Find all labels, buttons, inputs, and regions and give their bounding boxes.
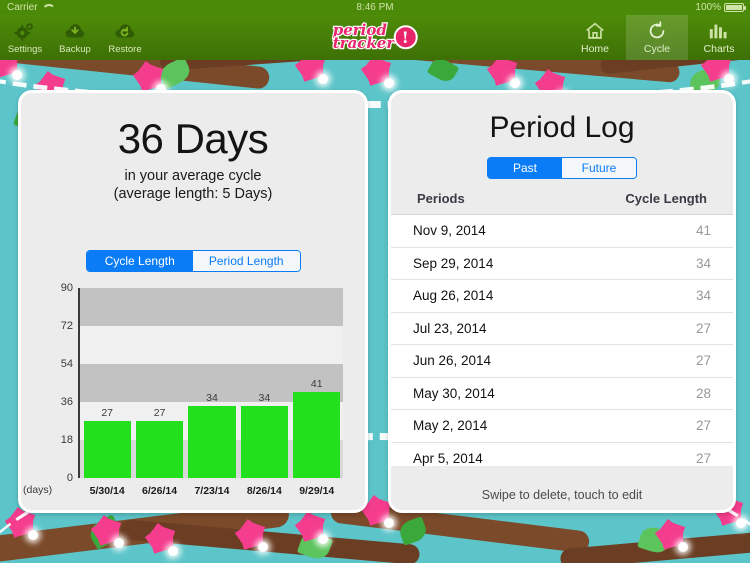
logo-line2: tracker [332,34,396,53]
top-toolbar: Settings Backup Restore period tracker !… [0,15,750,60]
row-value: 27 [695,418,711,434]
segment-period-length[interactable]: Period Length [193,251,300,271]
row-date: Apr 5, 2014 [413,450,483,466]
row-date: Jun 26, 2014 [413,353,492,369]
segmented-control-past-future[interactable]: Past Future [487,157,637,179]
row-value: 41 [695,223,711,239]
segment-future[interactable]: Future [562,158,636,178]
bar-column[interactable]: 41 [293,288,341,478]
x-tick: 7/23/14 [194,485,230,497]
cloud-download-icon [64,21,86,43]
average-cycle-headline: 36 Days [117,115,269,162]
table-row[interactable]: Nov 9, 2014 41 [391,215,733,248]
logo-exclamation: ! [393,25,418,50]
bar-column[interactable]: 27 [83,288,131,478]
segment-past[interactable]: Past [488,158,562,178]
chart-units-label: (days) [23,484,53,496]
bar [136,421,184,478]
tab-home[interactable]: Home [564,15,626,60]
column-header-cycle-length: Cycle Length [625,191,707,206]
tab-label: Charts [703,43,735,55]
chart-x-tick-labels: 5/30/14 6/26/14 7/23/14 8/26/14 9/29/14 [81,485,343,497]
tab-label: Home [580,43,609,55]
row-date: Jul 23, 2014 [413,320,487,336]
charts-icon [708,20,730,42]
table-row[interactable]: Apr 5, 2014 27 [391,443,733,467]
bar-value: 27 [101,407,114,419]
segmented-control-chart-type[interactable]: Cycle Length Period Length [85,250,301,272]
bar-value: 34 [206,392,218,405]
cycle-icon [646,20,668,42]
bar-value: 41 [310,377,323,390]
toolbar-item-restore[interactable]: Restore [100,15,150,60]
toolbar-label: Backup [59,43,91,55]
row-date: Sep 29, 2014 [413,255,494,271]
bar-column[interactable]: 34 [188,288,236,478]
row-date: Aug 26, 2014 [413,288,494,304]
bar [293,391,341,478]
cloud-refresh-icon [114,21,136,43]
bar-column[interactable]: 27 [136,288,184,478]
column-header-periods: Periods [417,191,465,206]
y-tick: 0 [66,472,73,484]
segment-cycle-length[interactable]: Cycle Length [86,251,193,271]
status-bar: Carrier 8:46 PM 100% [0,0,750,15]
y-tick: 36 [60,396,73,408]
chart-y-tick-labels: 90 72 54 36 18 0 [21,282,73,484]
app-logo: period tracker ! [332,21,418,53]
app-root: Carrier 8:46 PM 100% Settings Backup Res… [0,0,750,563]
row-value: 34 [695,255,711,271]
status-time: 8:46 PM [356,2,394,13]
row-date: Nov 9, 2014 [413,223,486,239]
bar [188,406,236,478]
table-row[interactable]: Jun 26, 2014 27 [391,345,733,378]
toolbar-label: Restore [108,43,142,55]
home-icon [584,20,606,42]
y-tick: 90 [60,282,73,294]
average-length-subtitle: (average length: 5 Days) [113,186,273,202]
tab-label: Cycle [643,43,671,55]
bar-value: 27 [153,407,166,419]
bar-column[interactable]: 34 [240,288,288,478]
row-value: 27 [695,353,711,369]
average-cycle-subtitle: in your average cycle [124,168,262,184]
battery-full-icon [724,3,746,12]
cycle-length-bar-chart: 90 72 54 36 18 0 (days) 27 27 34 34 41 5… [21,282,365,503]
y-tick: 18 [60,434,73,446]
row-value: 28 [695,385,711,401]
table-row[interactable]: May 2, 2014 27 [391,410,733,443]
table-row[interactable]: Aug 26, 2014 34 [391,280,733,313]
toolbar-label: Settings [7,43,43,55]
gear-icon [14,21,36,43]
table-row[interactable]: Jul 23, 2014 27 [391,313,733,345]
cycle-summary-card: 36 Days in your average cycle (average l… [18,90,368,513]
row-value: 27 [695,450,711,466]
bar [83,421,131,478]
chart-bars: 27 27 34 34 41 [81,288,343,478]
bar-value: 34 [258,392,271,405]
x-tick: 9/29/14 [299,485,335,497]
x-tick: 5/30/14 [89,485,125,497]
y-tick: 54 [60,358,73,370]
table-row[interactable]: Sep 29, 2014 34 [391,248,733,280]
table-header: Periods Cycle Length [391,179,733,214]
tab-charts[interactable]: Charts [688,15,750,60]
bar [240,406,288,478]
toolbar-item-settings[interactable]: Settings [0,15,50,60]
tab-cycle[interactable]: Cycle [626,15,688,60]
row-value: 34 [695,288,711,304]
table-row[interactable]: May 30, 2014 28 [391,378,733,410]
x-tick: 6/26/14 [142,485,178,497]
row-value: 27 [695,320,711,336]
period-log-card: Period Log Past Future Periods Cycle Len… [388,90,736,513]
toolbar-item-backup[interactable]: Backup [50,15,100,60]
row-date: May 2, 2014 [413,418,488,434]
row-date: May 30, 2014 [413,385,495,401]
page-title: Period Log [489,111,635,144]
list-footnote: Swipe to delete, touch to edit [391,480,733,510]
chart-y-axis [78,288,80,478]
y-tick: 72 [60,320,73,332]
x-tick: 8/26/14 [246,485,282,497]
period-log-list[interactable]: Nov 9, 2014 41 Sep 29, 2014 34 Aug 26, 2… [391,214,733,466]
